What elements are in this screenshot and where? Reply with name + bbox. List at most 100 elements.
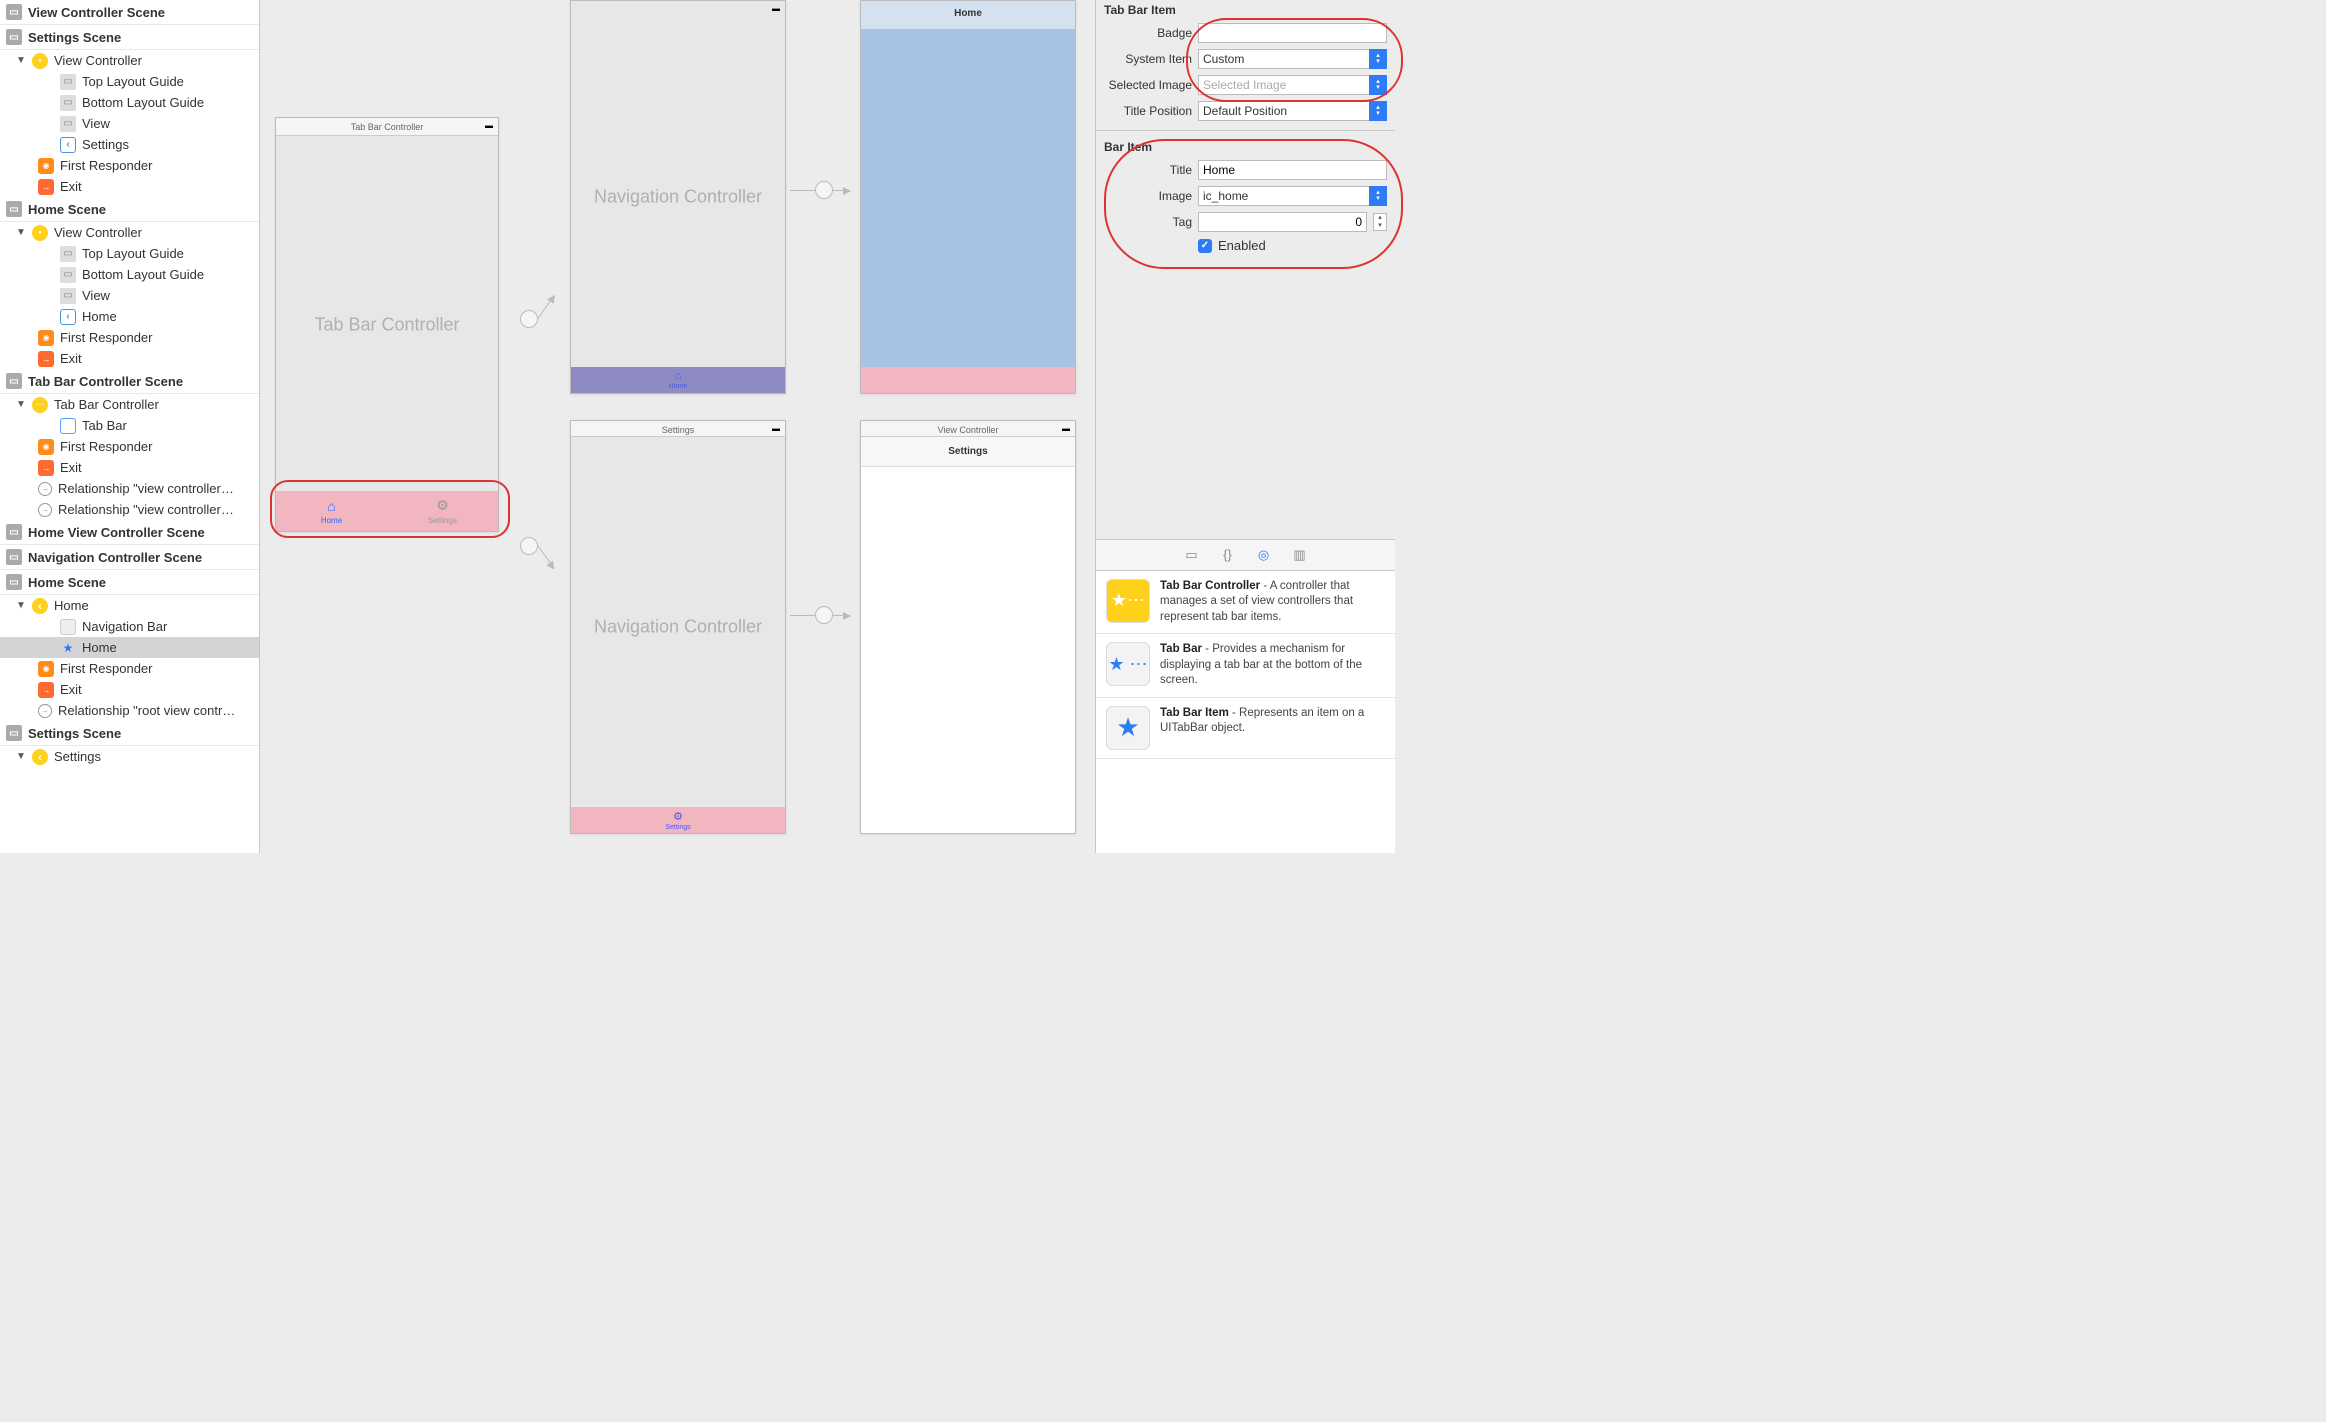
lib-tab-code[interactable]: {} bbox=[1219, 546, 1237, 564]
nav-controller-icon bbox=[32, 749, 48, 765]
library-tabs: ▭ {} ◎ ▥ bbox=[1096, 539, 1395, 571]
outline-item-exit[interactable]: Exit bbox=[0, 176, 259, 197]
home-icon: ⌂ bbox=[675, 370, 682, 382]
outline-item-firstresponder[interactable]: First Responder bbox=[0, 658, 259, 679]
checkbox-icon[interactable] bbox=[1198, 239, 1212, 253]
storyboard-canvas[interactable]: Tab Bar Controller ▬ Tab Bar Controller … bbox=[260, 0, 1095, 853]
outline-item-guide[interactable]: Bottom Layout Guide bbox=[0, 264, 259, 285]
scene-header-settings[interactable]: Settings Scene bbox=[0, 25, 259, 50]
tag-input[interactable] bbox=[1198, 212, 1367, 232]
chevron-updown-icon[interactable] bbox=[1369, 49, 1387, 69]
lib-tab-objects[interactable]: ◎ bbox=[1255, 546, 1273, 564]
segue-connector[interactable] bbox=[520, 310, 538, 328]
disclosure-icon[interactable]: ▼ bbox=[16, 227, 26, 238]
outline-item-settings-nav[interactable]: ▼Settings bbox=[0, 746, 259, 767]
document-outline[interactable]: View Controller Scene Settings Scene ▼ Vi… bbox=[0, 0, 260, 853]
tabbar-selected[interactable]: ⌂ Home ⚙Settings bbox=[276, 491, 498, 531]
tag-stepper[interactable]: ▴▾ bbox=[1373, 213, 1387, 231]
outline-item-tabbar[interactable]: Tab Bar bbox=[0, 415, 259, 436]
library-item-tabbar[interactable]: ★ ⋯ Tab Bar - Provides a mechanism for d… bbox=[1096, 634, 1395, 698]
outline-item-firstresponder[interactable]: First Responder bbox=[0, 155, 259, 176]
canvas-tabbar-controller[interactable]: Tab Bar Controller ▬ Tab Bar Controller … bbox=[275, 117, 499, 532]
outline-item-exit[interactable]: Exit bbox=[0, 348, 259, 369]
outline-item-firstresponder[interactable]: First Responder bbox=[0, 436, 259, 457]
view-icon bbox=[60, 116, 76, 132]
library-item-tabbaritem[interactable]: ★ Tab Bar Item - Represents an item on a… bbox=[1096, 698, 1395, 759]
outline-item-vc[interactable]: ▼ View Controller bbox=[0, 50, 259, 71]
tabbar-icon bbox=[60, 418, 76, 434]
object-library[interactable]: ★⋯ Tab Bar Controller - A controller tha… bbox=[1096, 571, 1395, 854]
tab-label: Settings bbox=[665, 824, 690, 831]
scene-header-settings2[interactable]: Settings Scene bbox=[0, 721, 259, 746]
canvas-home-vc[interactable]: Home bbox=[860, 0, 1076, 394]
field-enabled[interactable]: Enabled bbox=[1096, 235, 1395, 256]
scene-header-home[interactable]: Home Scene bbox=[0, 197, 259, 222]
outline-item-view[interactable]: View bbox=[0, 113, 259, 134]
canvas-settings-vc[interactable]: View Controller ▬ Settings bbox=[860, 420, 1076, 834]
item-label: View bbox=[82, 116, 110, 131]
scene-title: View Controller Scene bbox=[28, 5, 165, 20]
title-input[interactable] bbox=[1198, 160, 1387, 180]
field-image: Image ic_home bbox=[1096, 183, 1395, 209]
scene-header-navc[interactable]: Navigation Controller Scene bbox=[0, 545, 259, 570]
outline-item-home-nav[interactable]: ▼Home bbox=[0, 595, 259, 616]
disclosure-icon[interactable]: ▼ bbox=[16, 600, 26, 611]
outline-item-guide[interactable]: Top Layout Guide bbox=[0, 243, 259, 264]
image-select[interactable]: ic_home bbox=[1198, 186, 1387, 206]
outline-item-view[interactable]: View bbox=[0, 285, 259, 306]
outline-item-guide[interactable]: Top Layout Guide bbox=[0, 71, 259, 92]
library-thumb-icon: ★ ⋯ bbox=[1106, 642, 1150, 686]
library-item-tbc[interactable]: ★⋯ Tab Bar Controller - A controller tha… bbox=[1096, 571, 1395, 635]
scene-header-homevc[interactable]: Home View Controller Scene bbox=[0, 520, 259, 545]
scene-header-home2[interactable]: Home Scene bbox=[0, 570, 259, 595]
outline-item-navbar[interactable]: Navigation Bar bbox=[0, 616, 259, 637]
outline-item-back[interactable]: Home bbox=[0, 306, 259, 327]
system-item-select[interactable]: Custom bbox=[1198, 49, 1387, 69]
outline-item-guide[interactable]: Bottom Layout Guide bbox=[0, 92, 259, 113]
field-label: Tag bbox=[1104, 215, 1192, 229]
outline-item-relationship[interactable]: Relationship "root view contr… bbox=[0, 700, 259, 721]
tab-home[interactable]: ⌂ Home bbox=[276, 491, 387, 531]
cube-icon bbox=[38, 661, 54, 677]
lib-tab-media[interactable]: ▥ bbox=[1291, 546, 1309, 564]
outline-item-relationship[interactable]: Relationship "view controller… bbox=[0, 499, 259, 520]
tab-settings[interactable]: ⚙Settings bbox=[387, 491, 498, 531]
outline-item-exit[interactable]: Exit bbox=[0, 679, 259, 700]
relationship-icon bbox=[38, 482, 52, 496]
chevron-updown-icon[interactable] bbox=[1369, 75, 1387, 95]
item-label: View Controller bbox=[54, 53, 142, 68]
canvas-nav-controller-settings[interactable]: Settings ▬ Navigation Controller ⚙ Setti… bbox=[570, 420, 786, 834]
chevron-updown-icon[interactable] bbox=[1369, 186, 1387, 206]
badge-input[interactable] bbox=[1198, 23, 1387, 43]
scene-title: Home Scene bbox=[28, 575, 106, 590]
item-label: View Controller bbox=[54, 225, 142, 240]
scene-header-tbc[interactable]: Tab Bar Controller Scene bbox=[0, 369, 259, 394]
outline-item-relationship[interactable]: Relationship "view controller… bbox=[0, 478, 259, 499]
outline-item-exit[interactable]: Exit bbox=[0, 457, 259, 478]
chevron-updown-icon[interactable] bbox=[1369, 101, 1387, 121]
outline-item-back[interactable]: Settings bbox=[0, 134, 259, 155]
scene-header-vc[interactable]: View Controller Scene bbox=[0, 0, 259, 25]
star-icon bbox=[60, 640, 76, 656]
outline-item-firstresponder[interactable]: First Responder bbox=[0, 327, 259, 348]
outline-item-vc[interactable]: ▼ View Controller bbox=[0, 222, 259, 243]
navbar-title: Home bbox=[861, 8, 1075, 19]
tab-label: Home bbox=[321, 516, 342, 525]
title-position-select[interactable]: Default Position bbox=[1198, 101, 1387, 121]
disclosure-icon[interactable]: ▼ bbox=[16, 751, 26, 762]
outline-item-home-tabbaritem[interactable]: Home bbox=[0, 637, 259, 658]
segue-arrow bbox=[538, 295, 555, 319]
navbar-title: Settings bbox=[861, 437, 1075, 467]
segue-connector[interactable] bbox=[815, 181, 833, 199]
home-icon: ⌂ bbox=[327, 498, 335, 514]
item-label: First Responder bbox=[60, 330, 152, 345]
canvas-nav-controller-home[interactable]: ▬ Navigation Controller ⌂ Home bbox=[570, 0, 786, 394]
segue-connector[interactable] bbox=[520, 537, 538, 555]
outline-item-tbc[interactable]: ▼Tab Bar Controller bbox=[0, 394, 259, 415]
disclosure-icon[interactable]: ▼ bbox=[16, 55, 26, 66]
selected-image-select[interactable]: Selected Image bbox=[1198, 75, 1387, 95]
disclosure-icon[interactable]: ▼ bbox=[16, 399, 26, 410]
lib-tab-file[interactable]: ▭ bbox=[1183, 546, 1201, 564]
field-label: System Item bbox=[1104, 52, 1192, 66]
segue-connector[interactable] bbox=[815, 606, 833, 624]
